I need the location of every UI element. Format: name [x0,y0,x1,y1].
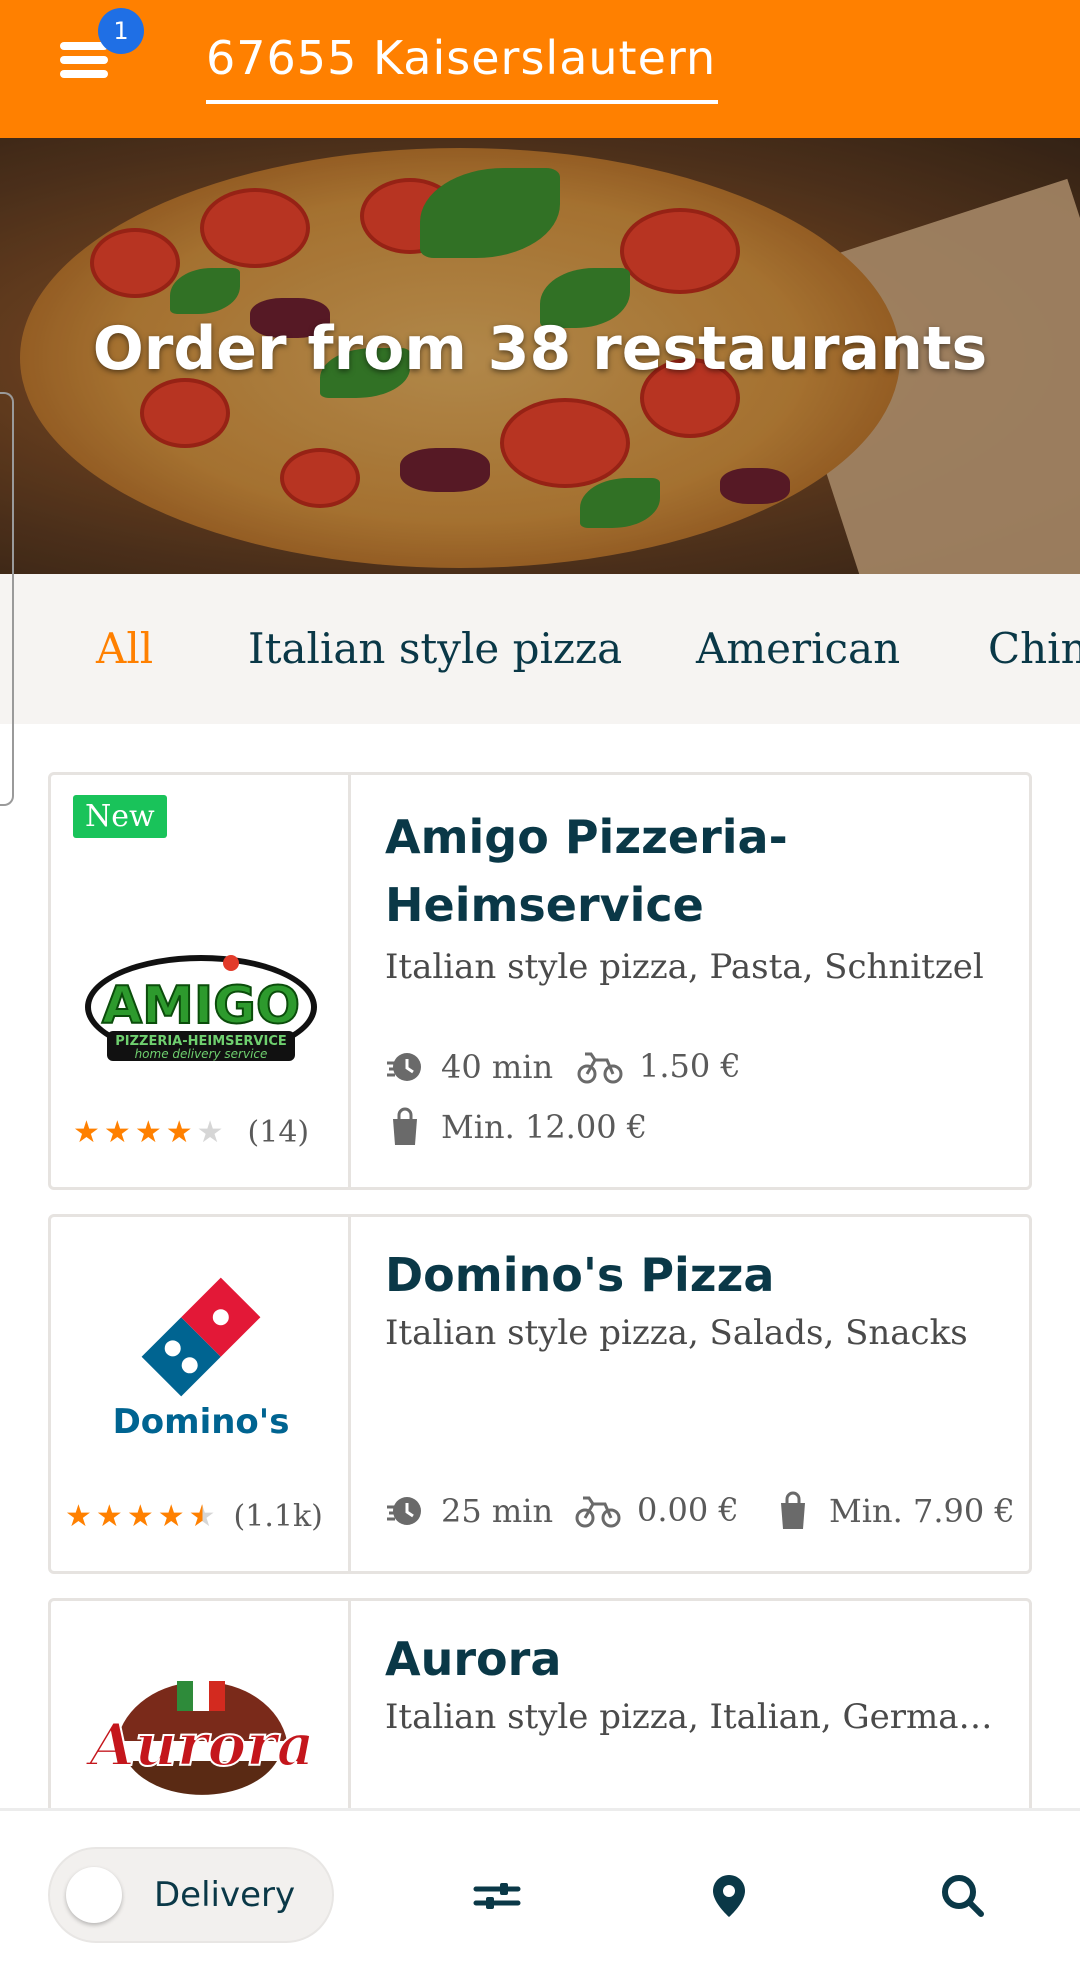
restaurant-name: Amigo Pizzeria-Heimservice [385,810,788,932]
search-icon[interactable] [938,1871,988,1921]
delivery-cost: 1.50 € [577,1047,741,1085]
bottom-navigation: Delivery [0,1808,1080,1968]
restaurant-name: Domino's Pizza [385,1248,775,1302]
side-drawer-edge[interactable] [0,392,14,806]
app-header: 1 67655 Kaiserslautern [0,0,1080,138]
location-pin-icon[interactable] [704,1871,754,1921]
hero-title: Order from 38 restaurants [92,314,988,384]
restaurant-cuisines: Italian style pizza, Pasta, Schnitzel [385,947,984,987]
hamburger-icon-bar [60,56,108,64]
restaurant-card[interactable]: New AMIGO PIZZERIA-HEIMSERVICE home deli… [48,772,1032,1190]
delivery-time: 40 min [385,1047,553,1087]
minimum-order: Min. 12.00 € [385,1107,647,1147]
restaurant-info: Domino's Pizza Italian style pizza, Sala… [351,1217,1029,1571]
restaurant-name: Aurora [385,1632,562,1686]
category-tabs: All Italian style pizza American Chin [0,574,1080,724]
filter-icon[interactable] [472,1871,522,1921]
location-selector[interactable]: 67655 Kaiserslautern [206,28,719,104]
star-icon: ★ [157,1498,185,1534]
notification-badge: 1 [98,8,144,54]
star-icon: ★ [95,1498,123,1534]
star-icon: ★ [165,1114,193,1150]
restaurant-logo-panel: Domino's ★ ★ ★ ★ ★ (1.1k) [51,1217,351,1571]
star-icon: ★ [134,1114,162,1150]
dominos-logo: Domino's [113,1277,290,1442]
svg-text:Domino's: Domino's [113,1402,290,1442]
shopping-bag-icon [393,1107,417,1145]
star-icon: ★ [103,1114,131,1150]
tab-american[interactable]: American [696,624,900,673]
clock-icon [387,1053,421,1081]
clock-icon [387,1497,421,1525]
hamburger-icon-bar [60,70,108,78]
restaurant-logo-panel: New AMIGO PIZZERIA-HEIMSERVICE home deli… [51,775,351,1187]
bike-icon [575,1496,621,1528]
hero-banner: Order from 38 restaurants [0,138,1080,574]
svg-text:Aurora: Aurora [85,1711,315,1779]
star-icon: ★ [73,1114,100,1150]
menu-button[interactable]: 1 [56,8,144,88]
review-count: (1.1k) [233,1499,323,1534]
svg-text:home delivery service: home delivery service [135,1047,268,1061]
amigo-logo: AMIGO PIZZERIA-HEIMSERVICE home delivery… [85,955,317,1061]
tab-chinese[interactable]: Chin [988,624,1080,673]
bike-icon [577,1052,623,1084]
star-icon: ★ [196,1114,224,1150]
tab-all[interactable]: All [96,624,153,673]
svg-text:AMIGO: AMIGO [102,976,300,1036]
toggle-label: Delivery [154,1875,296,1915]
delivery-cost: 0.00 € [575,1491,739,1529]
delivery-toggle[interactable]: Delivery [48,1847,334,1943]
restaurant-cuisines: Italian style pizza, Salads, Snacks [385,1313,968,1353]
minimum-order: Min. 7.90 € [773,1491,1015,1531]
shopping-bag-icon [781,1491,805,1529]
review-count: (14) [247,1115,310,1150]
star-icon: ★ [65,1498,92,1534]
delivery-time: 25 min [385,1491,553,1531]
restaurant-card[interactable]: Domino's ★ ★ ★ ★ ★ (1.1k) Domino's Pizza… [48,1214,1032,1574]
restaurant-info: Amigo Pizzeria-Heimservice Italian style… [351,775,1029,1187]
new-badge: New [73,795,167,838]
restaurant-cuisines: Italian style pizza, Italian, German... [385,1697,1005,1737]
star-half-icon: ★ [188,1498,216,1534]
tab-italian-style-pizza[interactable]: Italian style pizza [248,624,622,673]
rating: ★ ★ ★ ★ ★ (1.1k) [65,1499,323,1534]
rating: ★ ★ ★ ★ ★ (14) [73,1115,309,1150]
toggle-knob [66,1867,122,1923]
star-icon: ★ [126,1498,154,1534]
aurora-logo: Aurora [84,1681,315,1795]
